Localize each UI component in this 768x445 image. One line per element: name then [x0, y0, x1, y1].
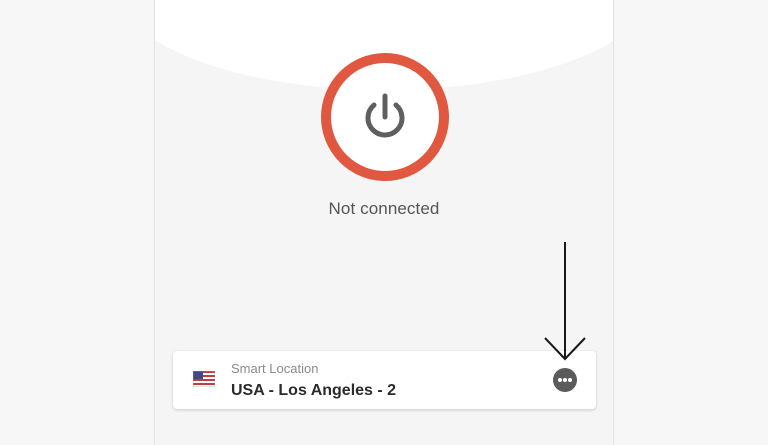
location-label: Smart Location	[231, 361, 319, 376]
power-icon	[365, 93, 405, 138]
vpn-app-window: Not connected Smart Location USA - Los A…	[154, 0, 614, 445]
connection-status: Not connected	[328, 199, 440, 218]
power-button[interactable]	[321, 53, 449, 181]
more-options-icon	[558, 378, 572, 382]
arrow-down-icon	[544, 242, 586, 361]
us-flag-icon	[193, 371, 215, 387]
location-name: USA - Los Angeles - 2	[231, 382, 397, 399]
location-picker[interactable]: Smart Location USA - Los Angeles - 2	[173, 351, 596, 409]
more-options-button[interactable]	[553, 368, 577, 392]
